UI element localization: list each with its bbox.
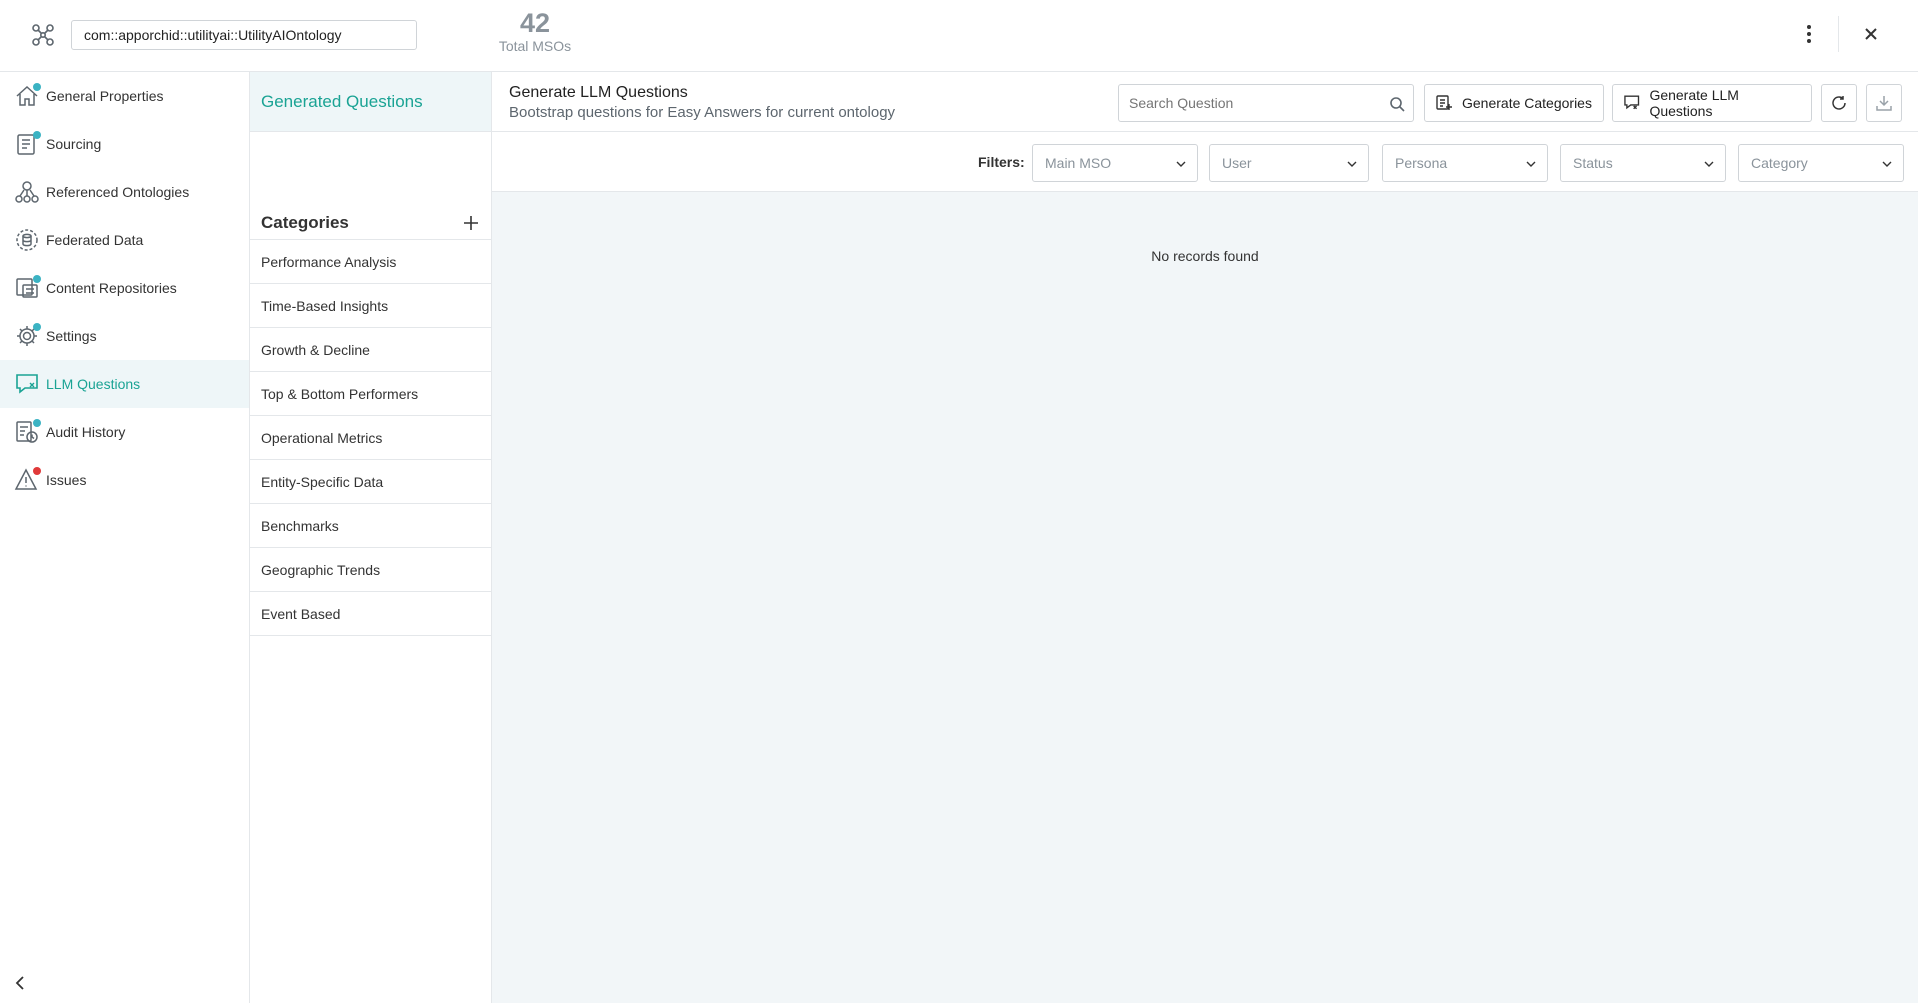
chevron-down-icon	[1704, 161, 1714, 167]
main-mso-select[interactable]: Main MSO	[1032, 144, 1198, 182]
total-mso-count: 42	[519, 8, 551, 38]
sidebar-item-federated-data[interactable]: Federated Data	[0, 216, 249, 264]
page-title: Generate LLM Questions	[509, 84, 688, 101]
federated-data-icon	[14, 227, 40, 253]
sidebar-item-issues[interactable]: Issues	[0, 456, 249, 504]
warning-icon	[14, 467, 41, 493]
sidebar-item-llm-questions[interactable]: LLM Questions	[0, 360, 249, 408]
add-category-icon[interactable]	[462, 214, 480, 232]
home-icon	[14, 83, 41, 109]
sidebar-item-referenced-ontologies[interactable]: Referenced Ontologies	[0, 168, 249, 216]
sidebar-item-sourcing[interactable]: Sourcing	[0, 120, 249, 168]
ontology-graph-icon[interactable]	[30, 22, 56, 48]
status-dot	[33, 275, 41, 283]
page-subtitle: Bootstrap questions for Easy Answers for…	[509, 104, 896, 121]
ontology-path-input[interactable]	[71, 20, 417, 50]
refresh-button[interactable]	[1821, 84, 1857, 122]
sidebar-item-label: Issues	[46, 472, 87, 488]
chevron-down-icon	[1526, 161, 1536, 167]
status-dot	[33, 323, 41, 331]
sidebar-item-settings[interactable]: Settings	[0, 312, 249, 360]
status-select-value: Status	[1573, 155, 1613, 171]
content-repository-icon	[14, 275, 41, 301]
sourcing-icon	[14, 131, 41, 157]
total-mso-counter: 42 Total MSOs	[490, 8, 580, 54]
list-item[interactable]: Geographic Trends	[250, 548, 491, 592]
filters-label: Filters:	[978, 154, 1025, 170]
status-dot	[33, 467, 41, 475]
list-item[interactable]: Performance Analysis	[250, 240, 491, 284]
generate-llm-questions-button[interactable]: Generate LLM Questions	[1612, 84, 1812, 122]
sidebar-item-content-repositories[interactable]: Content Repositories	[0, 264, 249, 312]
categories-title: Categories	[261, 212, 349, 232]
persona-select[interactable]: Persona	[1382, 144, 1548, 182]
sidebar-item-label: Settings	[46, 328, 97, 344]
app-header: 42 Total MSOs	[0, 0, 1918, 72]
category-list: Performance Analysis Time-Based Insights…	[250, 240, 491, 636]
category-select[interactable]: Category	[1738, 144, 1904, 182]
list-item[interactable]: Operational Metrics	[250, 416, 491, 460]
sidebar-item-audit-history[interactable]: Audit History	[0, 408, 249, 456]
generate-categories-icon	[1436, 95, 1452, 110]
persona-select-value: Persona	[1395, 155, 1448, 171]
status-dot	[33, 83, 41, 91]
categories-header: Categories	[250, 206, 491, 240]
status-dot	[33, 419, 41, 427]
search-box	[1118, 84, 1414, 122]
download-icon	[1876, 96, 1892, 111]
questions-panel: Generated Questions Categories Performan…	[250, 72, 492, 1003]
close-icon[interactable]	[1859, 22, 1883, 46]
list-item[interactable]: Top & Bottom Performers	[250, 372, 491, 416]
sidebar-item-label: Audit History	[46, 424, 126, 440]
chat-question-icon	[14, 371, 40, 397]
audit-history-icon	[14, 419, 41, 445]
list-item[interactable]: Benchmarks	[250, 504, 491, 548]
main-content: Generate LLM Questions Bootstrap questio…	[492, 72, 1918, 1003]
filter-bar: Filters: Main MSO User Persona Status Ca…	[492, 132, 1918, 192]
main-toolbar: Generate LLM Questions Bootstrap questio…	[492, 72, 1918, 132]
main-mso-select-value: Main MSO	[1045, 155, 1112, 171]
tab-generated-questions[interactable]: Generated Questions	[250, 72, 491, 132]
generate-categories-label: Generate Categories	[1462, 95, 1592, 111]
sidebar-nav: General Properties Sourcing Referenced O…	[0, 72, 250, 1003]
sidebar-item-general-properties[interactable]: General Properties	[0, 72, 249, 120]
user-select[interactable]: User	[1209, 144, 1369, 182]
sidebar-item-label: Sourcing	[46, 136, 102, 152]
status-select[interactable]: Status	[1560, 144, 1726, 182]
collapse-sidebar-icon[interactable]	[10, 973, 30, 993]
list-item[interactable]: Event Based	[250, 592, 491, 636]
chevron-down-icon	[1176, 161, 1186, 167]
gear-icon	[14, 323, 41, 349]
sidebar-item-label: General Properties	[46, 88, 164, 104]
sidebar-item-label: Referenced Ontologies	[46, 184, 190, 200]
header-divider	[1838, 16, 1839, 52]
sidebar-item-label: Federated Data	[46, 232, 144, 248]
chevron-down-icon	[1882, 161, 1892, 167]
list-item[interactable]: Time-Based Insights	[250, 284, 491, 328]
user-select-value: User	[1222, 155, 1252, 171]
generate-categories-button[interactable]: Generate Categories	[1424, 84, 1604, 122]
chevron-down-icon	[1347, 161, 1357, 167]
more-options-icon[interactable]	[1797, 22, 1821, 46]
generate-llm-questions-label: Generate LLM Questions	[1649, 87, 1739, 119]
search-input[interactable]	[1119, 85, 1369, 121]
list-item[interactable]: Entity-Specific Data	[250, 460, 491, 504]
category-select-value: Category	[1751, 155, 1808, 171]
list-item[interactable]: Growth & Decline	[250, 328, 491, 372]
empty-state-message: No records found	[1151, 248, 1259, 264]
search-icon[interactable]	[1389, 96, 1405, 112]
sidebar-item-label: LLM Questions	[46, 376, 141, 392]
status-dot	[33, 131, 41, 139]
sidebar-item-label: Content Repositories	[46, 280, 177, 296]
ontology-tree-icon	[14, 179, 40, 205]
download-button[interactable]	[1866, 84, 1902, 122]
total-mso-label: Total MSOs	[498, 38, 572, 54]
refresh-icon	[1832, 96, 1846, 110]
chat-question-icon	[1624, 95, 1640, 110]
